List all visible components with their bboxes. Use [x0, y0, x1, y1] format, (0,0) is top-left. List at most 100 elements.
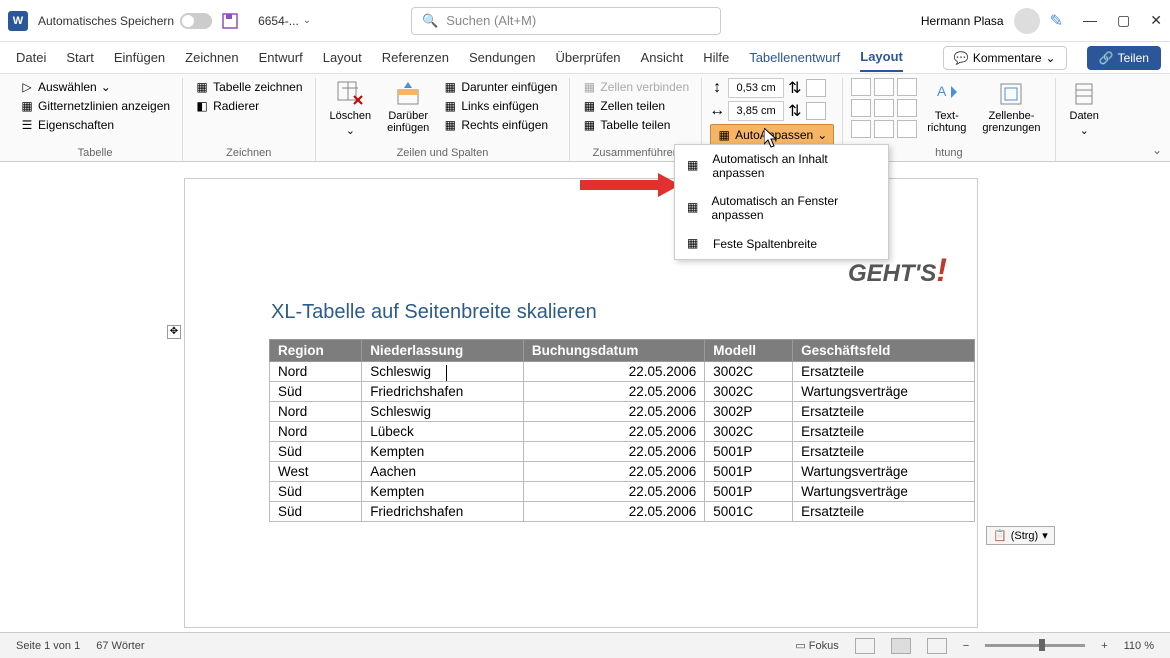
col-width-input[interactable]	[728, 101, 784, 121]
gridlines-button[interactable]: ▦Gitternetzlinien anzeigen	[16, 97, 174, 115]
table-cell[interactable]: Ersatzteile	[793, 422, 975, 442]
data-button[interactable]: Daten ⌄	[1064, 78, 1105, 145]
table-row[interactable]: WestAachen22.05.20065001PWartungsverträg…	[270, 462, 975, 482]
share-button[interactable]: 🔗 Teilen	[1087, 46, 1161, 70]
table-cell[interactable]: 3002C	[705, 362, 793, 382]
table-cell[interactable]: Süd	[270, 482, 362, 502]
view-web-button[interactable]	[927, 638, 947, 654]
table-cell[interactable]: 3002P	[705, 402, 793, 422]
tab-layout[interactable]: Layout	[323, 44, 362, 71]
table-cell[interactable]: 5001C	[705, 502, 793, 522]
spinner-icon[interactable]: ⇅	[788, 78, 801, 98]
table-cell[interactable]: 3002C	[705, 422, 793, 442]
table-cell[interactable]: 22.05.2006	[523, 502, 704, 522]
distribute-rows-icon[interactable]	[806, 79, 826, 97]
status-page[interactable]: Seite 1 von 1	[16, 640, 80, 652]
zoom-out-button[interactable]: −	[963, 640, 969, 652]
tab-tabellenentwurf[interactable]: Tabellenentwurf	[749, 44, 840, 71]
table-cell[interactable]: 22.05.2006	[523, 362, 704, 382]
view-read-button[interactable]	[855, 638, 875, 654]
save-icon[interactable]	[222, 13, 238, 29]
tab-hilfe[interactable]: Hilfe	[703, 44, 729, 71]
view-print-button[interactable]	[891, 638, 911, 654]
align-ml[interactable]	[851, 99, 871, 117]
zoom-slider[interactable]	[985, 644, 1085, 647]
align-mc[interactable]	[874, 99, 894, 117]
col-geschaeftsfeld[interactable]: Geschäftsfeld	[793, 340, 975, 362]
insert-above-button[interactable]: Darüber einfügen	[381, 78, 435, 145]
align-bl[interactable]	[851, 120, 871, 138]
collapse-ribbon-button[interactable]: ⌄	[1152, 143, 1162, 157]
insert-below-button[interactable]: ▦Darunter einfügen	[439, 78, 561, 96]
draw-table-button[interactable]: ▦Tabelle zeichnen	[191, 78, 306, 96]
tab-layout-table[interactable]: Layout	[860, 43, 903, 72]
table-cell[interactable]: Lübeck	[362, 422, 524, 442]
table-row[interactable]: SüdFriedrichshafen22.05.20065001CErsatzt…	[270, 502, 975, 522]
status-words[interactable]: 67 Wörter	[96, 640, 144, 652]
tab-start[interactable]: Start	[66, 44, 93, 71]
select-button[interactable]: ▷Auswählen ⌄	[16, 78, 174, 96]
table-cell[interactable]: Schleswig	[362, 362, 524, 382]
table-cell[interactable]: Ersatzteile	[793, 442, 975, 462]
distribute-cols-icon[interactable]	[806, 102, 826, 120]
tab-entwurf[interactable]: Entwurf	[259, 44, 303, 71]
table-cell[interactable]: 22.05.2006	[523, 442, 704, 462]
insert-left-button[interactable]: ▦Links einfügen	[439, 97, 561, 115]
insert-right-button[interactable]: ▦Rechts einfügen	[439, 116, 561, 134]
col-niederlassung[interactable]: Niederlassung	[362, 340, 524, 362]
table-cell[interactable]: Friedrichshafen	[362, 382, 524, 402]
table-cell[interactable]: Kempten	[362, 482, 524, 502]
properties-button[interactable]: ☰Eigenschaften	[16, 116, 174, 134]
minimize-button[interactable]: —	[1083, 12, 1097, 29]
delete-button[interactable]: Löschen ⌄	[324, 78, 378, 145]
user-avatar[interactable]	[1014, 8, 1040, 34]
close-button[interactable]: ✕	[1150, 12, 1162, 29]
table-cell[interactable]: Ersatzteile	[793, 362, 975, 382]
table-row[interactable]: NordSchleswig22.05.20063002PErsatzteile	[270, 402, 975, 422]
table-cell[interactable]: Friedrichshafen	[362, 502, 524, 522]
align-bc[interactable]	[874, 120, 894, 138]
focus-mode-button[interactable]: ▭ Fokus	[795, 639, 838, 652]
table-cell[interactable]: Kempten	[362, 442, 524, 462]
user-name[interactable]: Hermann Plasa	[921, 14, 1004, 28]
tab-datei[interactable]: Datei	[16, 44, 46, 71]
col-region[interactable]: Region	[270, 340, 362, 362]
eraser-button[interactable]: ◧Radierer	[191, 97, 306, 115]
table-cell[interactable]: 5001P	[705, 442, 793, 462]
table-cell[interactable]: 5001P	[705, 482, 793, 502]
comments-button[interactable]: 💬 Kommentare ⌄	[943, 46, 1067, 70]
align-tc[interactable]	[874, 78, 894, 96]
align-mr[interactable]	[897, 99, 917, 117]
table-row[interactable]: SüdKempten22.05.20065001PWartungsverträg…	[270, 482, 975, 502]
tab-sendungen[interactable]: Sendungen	[469, 44, 536, 71]
col-modell[interactable]: Modell	[705, 340, 793, 362]
tab-einfuegen[interactable]: Einfügen	[114, 44, 165, 71]
tab-referenzen[interactable]: Referenzen	[382, 44, 449, 71]
data-table[interactable]: Region Niederlassung Buchungsdatum Model…	[269, 339, 975, 522]
filename-dropdown-icon[interactable]: ⌄	[303, 15, 311, 26]
table-cell[interactable]: Wartungsverträge	[793, 462, 975, 482]
table-cell[interactable]: Aachen	[362, 462, 524, 482]
tab-zeichnen[interactable]: Zeichnen	[185, 44, 238, 71]
pen-icon[interactable]: ✎	[1050, 11, 1063, 31]
table-cell[interactable]: Süd	[270, 442, 362, 462]
maximize-button[interactable]: ▢	[1117, 12, 1130, 29]
tab-ueberpruefen[interactable]: Überprüfen	[556, 44, 621, 71]
spinner-icon[interactable]: ⇅	[788, 101, 801, 121]
cell-margins-button[interactable]: Zellenbe- grenzungen	[976, 78, 1046, 145]
table-cell[interactable]: 22.05.2006	[523, 462, 704, 482]
align-br[interactable]	[897, 120, 917, 138]
table-cell[interactable]: Ersatzteile	[793, 402, 975, 422]
row-height-input[interactable]	[728, 78, 784, 98]
table-cell[interactable]: 22.05.2006	[523, 482, 704, 502]
table-cell[interactable]: Nord	[270, 422, 362, 442]
table-cell[interactable]: Schleswig	[362, 402, 524, 422]
table-move-handle[interactable]: ✥	[167, 325, 181, 339]
table-row[interactable]: NordLübeck22.05.20063002CErsatzteile	[270, 422, 975, 442]
table-cell[interactable]: 3002C	[705, 382, 793, 402]
align-tr[interactable]	[897, 78, 917, 96]
table-cell[interactable]: Nord	[270, 362, 362, 382]
table-cell[interactable]: 22.05.2006	[523, 422, 704, 442]
table-row[interactable]: SüdKempten22.05.20065001PErsatzteile	[270, 442, 975, 462]
col-buchungsdatum[interactable]: Buchungsdatum	[523, 340, 704, 362]
